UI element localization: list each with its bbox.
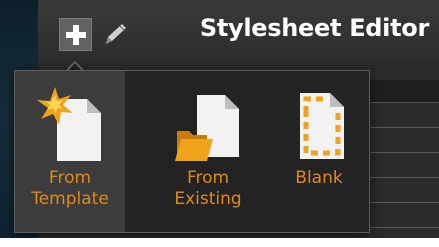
option-label: From Template bbox=[31, 168, 109, 209]
plus-icon bbox=[65, 24, 86, 45]
add-stylesheet-button[interactable] bbox=[59, 18, 92, 51]
blank-document-icon bbox=[300, 93, 344, 159]
background-list-lines bbox=[370, 80, 439, 247]
from-template-option[interactable]: From Template bbox=[15, 71, 125, 232]
page-title: Stylesheet Editor bbox=[199, 14, 429, 42]
pencil-icon[interactable] bbox=[100, 22, 128, 48]
blank-option[interactable]: Blank bbox=[271, 71, 367, 232]
stylesheet-editor-window: Stylesheet Editor From Template From Exi… bbox=[0, 0, 439, 247]
from-existing-option[interactable]: From Existing bbox=[153, 71, 263, 232]
folder-document-icon bbox=[175, 95, 239, 161]
starburst-document-icon bbox=[37, 87, 101, 161]
option-label: From Existing bbox=[174, 168, 242, 209]
window-bottom-margin bbox=[0, 238, 439, 247]
new-stylesheet-menu: From Template From Existing Blank bbox=[14, 70, 370, 233]
option-label: Blank bbox=[295, 168, 343, 188]
editor-header-bar: Stylesheet Editor bbox=[38, 0, 439, 62]
